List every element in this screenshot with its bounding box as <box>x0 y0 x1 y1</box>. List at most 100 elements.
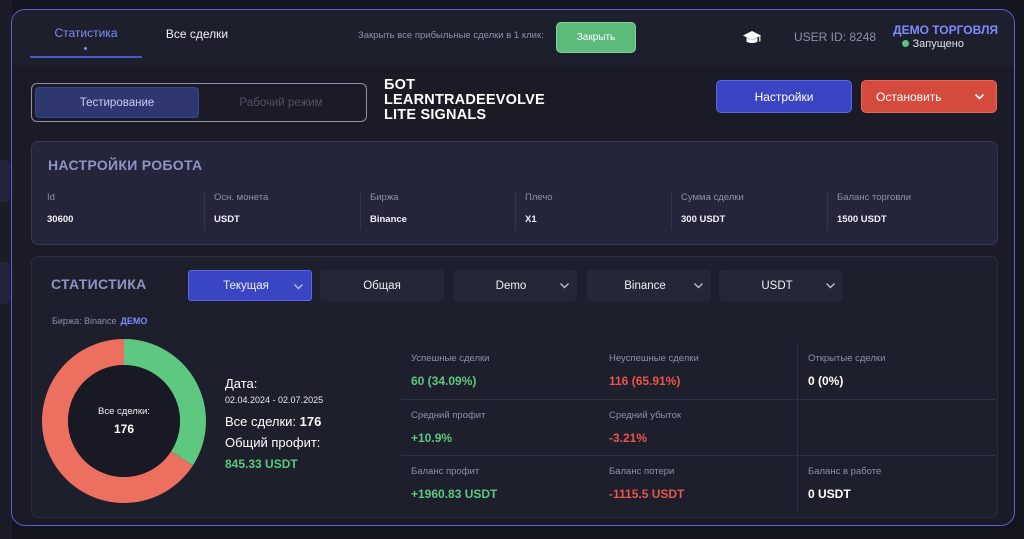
exchange-info: Биржа: Binance ДЕМО <box>52 316 147 326</box>
filter-period-select[interactable]: Текущая <box>188 270 312 301</box>
metric-value: -3.21% <box>609 431 648 445</box>
filter-label: Общая <box>363 279 401 292</box>
total-trades-value: 176 <box>299 414 322 429</box>
total-profit-value: 845.33 USDT <box>225 457 298 471</box>
chevron-down-icon <box>560 283 569 289</box>
tab-statistics[interactable]: Статистика <box>30 10 142 58</box>
exchange-mode-badge: ДЕМО <box>120 316 148 326</box>
setting-label: Биржа <box>370 192 399 203</box>
setting-value: Binance <box>370 214 407 225</box>
metric-balance-profit: Баланс профит +1960.83 USDT <box>401 455 599 511</box>
metric-value: -1115.5 USDT <box>609 487 685 501</box>
close-profitable-hint: Закрыть все прибыльные сделки в 1 клик: <box>358 30 544 41</box>
metric-successful-trades: Успешные сделки 60 (34.09%) <box>401 343 599 399</box>
metric-label: Открытые сделки <box>808 353 886 364</box>
setting-base-coin: Осн. монета USDT <box>204 192 344 230</box>
metric-value: 0 (0%) <box>808 374 844 388</box>
stop-button-label: Остановить <box>876 89 942 104</box>
total-trades: Все сделки: 176 <box>225 414 323 429</box>
metric-label: Баланс в работе <box>808 466 882 477</box>
setting-exchange: Биржа Binance <box>360 192 500 230</box>
metric-value: +10.9% <box>411 431 453 445</box>
top-bar: Статистика Все сделки Закрыть все прибыл… <box>12 10 1014 66</box>
setting-label: Плечо <box>525 192 553 203</box>
metric-label: Баланс профит <box>411 466 480 477</box>
bot-name-line: LEARNTRADEEVOLVE <box>384 92 545 108</box>
bot-name: БОТ LEARNTRADEEVOLVE LITE SIGNALS <box>384 78 545 123</box>
robot-settings-panel: НАСТРОЙКИ РОБОТА Id 30600 Осн. монета US… <box>31 141 998 245</box>
metric-label: Успешные сделки <box>411 353 490 364</box>
status-dot-icon <box>901 40 909 47</box>
filter-label: Текущая <box>223 279 269 292</box>
setting-value: USDT <box>214 214 240 225</box>
donut-hole <box>68 365 180 477</box>
statistics-summary: Дата: 02.04.2024 - 02.07.2025 Все сделки… <box>225 376 323 471</box>
metric-label: Средний профит <box>411 410 486 421</box>
statistics-panel: СТАТИСТИКА Текущая Общая Demo Binance US… <box>31 256 998 518</box>
background-sidebar-item <box>0 160 10 202</box>
close-profitable-button[interactable]: Закрыть <box>556 22 636 53</box>
setting-id: Id 30600 <box>47 192 187 230</box>
statistics-title: СТАТИСТИКА <box>51 276 147 292</box>
user-id: USER ID: 8248 <box>794 30 877 44</box>
robot-settings-title: НАСТРОЙКИ РОБОТА <box>48 157 203 173</box>
metric-value: 60 (34.09%) <box>411 374 477 388</box>
filter-coin-select[interactable]: USDT <box>719 270 843 301</box>
chevron-down-icon <box>826 283 835 289</box>
chevron-down-icon <box>974 93 985 100</box>
setting-value: 1500 USDT <box>837 214 887 225</box>
setting-value: 30600 <box>47 214 74 225</box>
account-mode: ДЕМО ТОРГОВЛЯ <box>893 23 998 37</box>
metric-label: Неуспешные сделки <box>609 353 699 364</box>
filter-account-select[interactable]: Demo <box>453 270 577 301</box>
date-range: 02.04.2024 - 02.07.2025 <box>225 395 324 405</box>
settings-button[interactable]: Настройки <box>716 80 852 113</box>
total-profit-label: Общий профит: <box>225 435 321 450</box>
metric-label: Средний убыток <box>609 410 682 421</box>
setting-leverage: Плечо X1 <box>515 192 655 230</box>
setting-label: Id <box>47 192 55 203</box>
setting-label: Сумма сделки <box>681 192 744 203</box>
bot-name-line: LITE SIGNALS <box>384 107 487 123</box>
metric-value: 0 USDT <box>808 487 851 501</box>
metric-label: Баланс потери <box>609 466 675 477</box>
setting-trade-amount: Сумма сделки 300 USDT <box>671 192 811 230</box>
filter-exchange-select[interactable]: Binance <box>587 270 711 301</box>
tab-all-trades[interactable]: Все сделки <box>154 10 240 58</box>
metric-average-loss: Средний убыток -3.21% <box>599 399 797 455</box>
metric-average-profit: Средний профит +10.9% <box>401 399 599 455</box>
filter-total-button[interactable]: Общая <box>320 270 444 301</box>
setting-label: Осн. монета <box>214 192 269 203</box>
total-trades-label: Все сделки: <box>225 414 297 429</box>
filter-label: Demo <box>495 279 527 292</box>
account-status-text: Запущено <box>912 38 964 50</box>
setting-label: Баланс торговли <box>837 192 912 203</box>
chevron-down-icon <box>294 284 303 290</box>
mode-toggle: Тестирование Рабочий режим <box>31 83 367 122</box>
account-status: Запущено <box>901 38 964 50</box>
mode-testing-button[interactable]: Тестирование <box>35 87 199 118</box>
setting-trading-balance: Баланс торговли 1500 USDT <box>827 192 967 230</box>
filter-label: Binance <box>624 279 666 292</box>
metric-balance-in-work: Баланс в работе 0 USDT <box>797 455 995 511</box>
metric-failed-trades: Неуспешные сделки 116 (65.91%) <box>599 343 797 399</box>
exchange-label: Биржа: Binance <box>52 316 117 326</box>
metric-value: 116 (65.91%) <box>609 374 681 388</box>
date-label: Дата: <box>225 376 258 391</box>
setting-value: 300 USDT <box>681 214 726 225</box>
trades-donut-chart <box>41 339 206 503</box>
graduation-cap-icon[interactable] <box>742 29 762 47</box>
chevron-down-icon <box>694 283 703 289</box>
mode-live-button[interactable]: Рабочий режим <box>199 87 363 118</box>
bot-statistics-modal: Статистика Все сделки Закрыть все прибыл… <box>11 9 1015 526</box>
background-sidebar-item <box>0 262 10 304</box>
metric-open-trades: Открытые сделки 0 (0%) <box>797 343 995 399</box>
metric-empty <box>797 399 995 455</box>
metrics-grid: Успешные сделки 60 (34.09%) Неуспешные с… <box>401 343 995 513</box>
setting-value: X1 <box>525 214 537 225</box>
filter-label: USDT <box>761 279 793 292</box>
bot-name-line: БОТ <box>384 77 416 93</box>
metric-balance-loss: Баланс потери -1115.5 USDT <box>599 455 797 511</box>
metric-value: +1960.83 USDT <box>411 487 498 501</box>
stop-button[interactable]: Остановить <box>861 80 997 113</box>
